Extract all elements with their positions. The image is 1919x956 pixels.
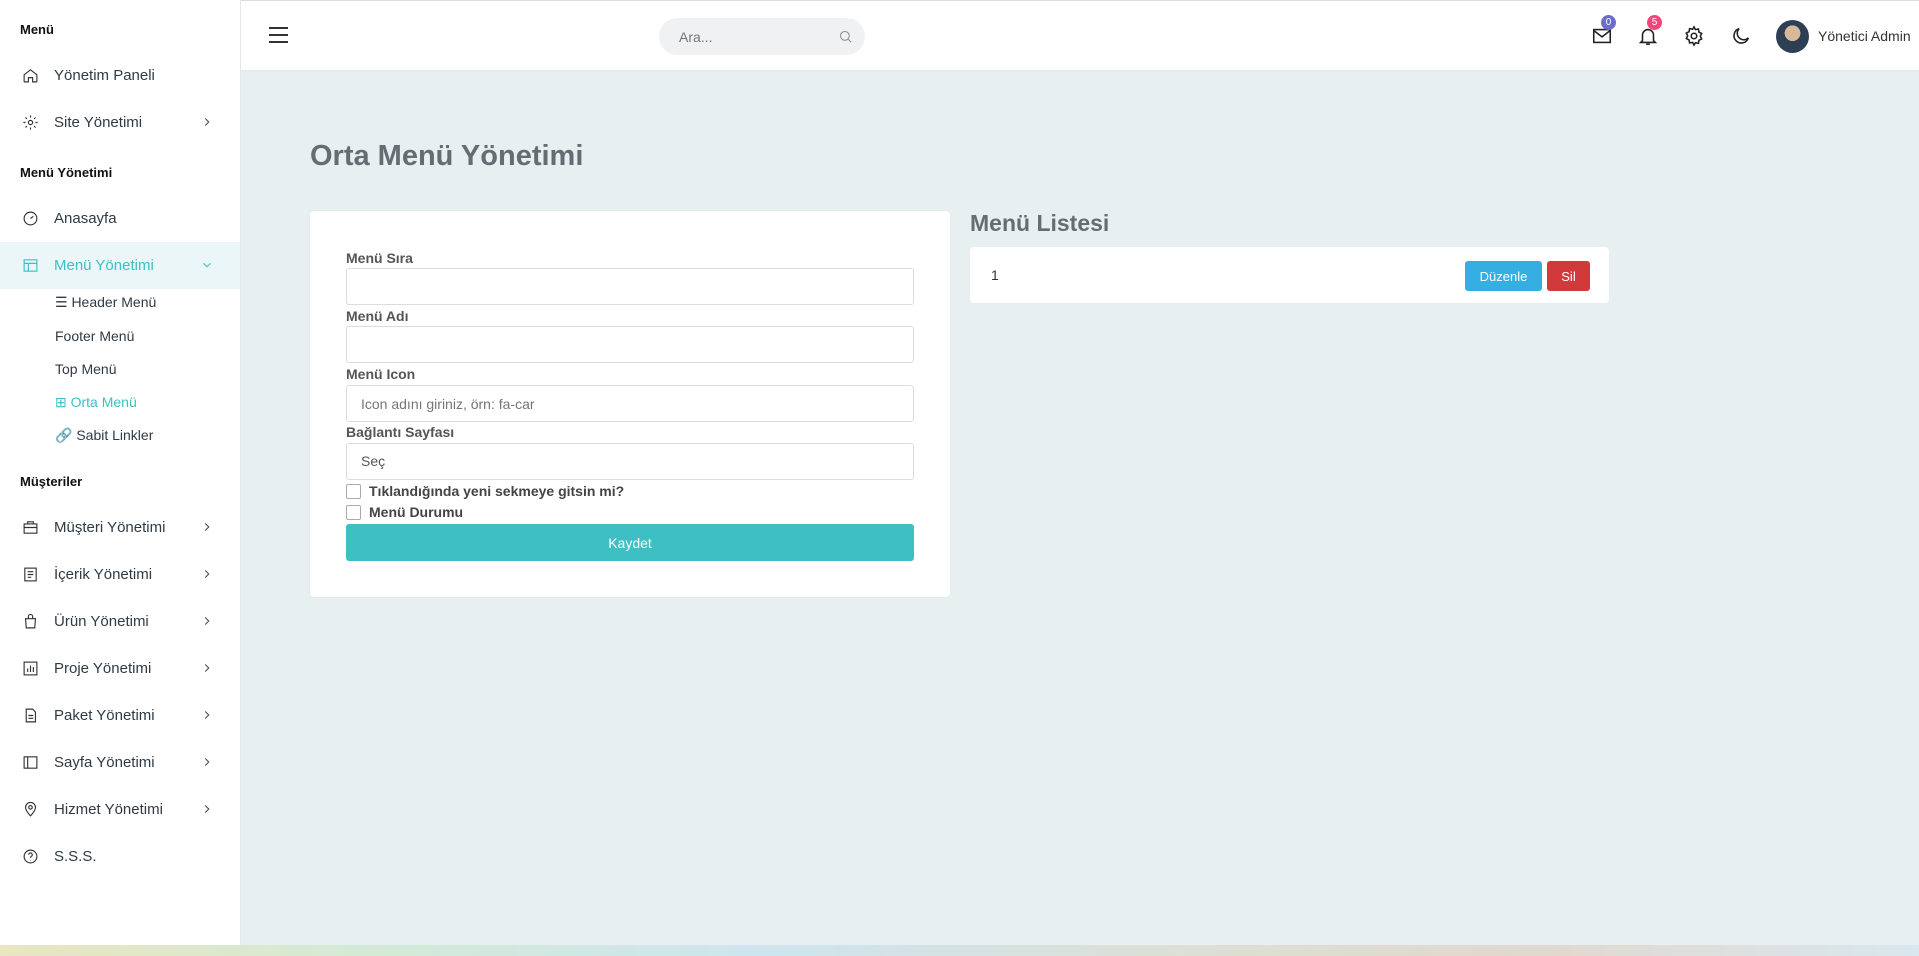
shopping-bag-icon [20,612,40,632]
sidebar-layout-icon [20,753,40,773]
speedometer-icon [20,209,40,229]
taskbar-strip [0,945,1919,956]
chevron-right-icon [200,614,214,628]
briefcase-icon [20,518,40,538]
new-tab-checkbox-row[interactable]: Tıklandığında yeni sekmeye gitsin mi? [346,483,624,499]
file-icon [20,706,40,726]
delete-button[interactable]: Sil [1547,261,1590,291]
chevron-right-icon [200,802,214,816]
sidebar: Menü Yönetim Paneli Site Yönetimi Menü Y… [0,0,241,956]
list-item: 1 Düzenle Sil [970,247,1609,303]
menu-icon-label: Menü Icon [346,366,416,382]
sidebar-item-menu[interactable]: Menü Yönetimi [0,242,240,289]
sidebar-section-customers: Müşteriler [20,474,83,489]
layout-icon [20,256,40,276]
menu-name-input[interactable] [346,326,914,363]
menu-icon-input[interactable] [346,385,914,422]
user-name[interactable]: Yönetici Admin [1818,28,1911,44]
sidebar-item-label: Menü Yönetimi [54,257,154,274]
sidebar-item-label: Proje Yönetimi [54,660,152,677]
sidebar-item-label: Ürün Yönetimi [54,613,149,630]
sidebar-item-services[interactable]: Hizmet Yönetimi [0,786,240,833]
chevron-right-icon [200,567,214,581]
chevron-right-icon [200,708,214,722]
submenu-top-menu[interactable]: Top Menü [55,358,116,380]
menu-order-label: Menü Sıra [346,250,413,266]
sidebar-item-label: Hizmet Yönetimi [54,801,163,818]
sidebar-section-menu-management: Menü Yönetimi [20,165,113,180]
sidebar-item-dashboard[interactable]: Yönetim Paneli [0,52,240,99]
topbar: 0 5 Yönetici Admin [241,0,1919,71]
menu-status-checkbox[interactable] [346,504,361,520]
menu-order-value: 1 [991,267,999,283]
search-icon[interactable] [838,29,854,45]
chevron-right-icon [200,520,214,534]
sidebar-item-label: Anasayfa [54,210,117,227]
sidebar-item-site[interactable]: Site Yönetimi [0,99,240,146]
dark-mode-toggle[interactable] [1730,25,1752,47]
hamburger-menu-icon[interactable] [269,27,288,45]
sidebar-item-packages[interactable]: Paket Yönetimi [0,692,240,739]
chevron-down-icon [200,258,214,272]
link-page-select[interactable]: Seç [346,443,914,480]
location-pin-icon [20,800,40,820]
moon-icon [1733,27,1750,44]
menu-list-title: Menü Listesi [970,210,1110,236]
sidebar-item-label: Paket Yönetimi [54,707,155,724]
bar-chart-icon [20,659,40,679]
sidebar-item-label: İçerik Yönetimi [54,566,153,583]
menu-status-checkbox-row[interactable]: Menü Durumu [346,504,463,520]
sidebar-item-products[interactable]: Ürün Yönetimi [0,598,240,645]
page-title: Orta Menü Yönetimi [310,140,584,172]
sidebar-item-pages[interactable]: Sayfa Yönetimi [0,739,240,786]
question-circle-icon [20,847,40,867]
document-list-icon [20,565,40,585]
sidebar-item-home[interactable]: Anasayfa [0,195,240,242]
chevron-right-icon [200,755,214,769]
gear-icon [20,113,40,133]
sidebar-item-label: Sayfa Yönetimi [54,754,155,771]
menu-order-input[interactable] [346,268,914,305]
home-icon [20,66,40,86]
settings-button[interactable] [1683,25,1705,47]
new-tab-checkbox[interactable] [346,483,361,499]
submenu-header-menu[interactable]: ☰ Header Menü [55,291,156,313]
menu-status-label: Menü Durumu [369,504,464,520]
avatar[interactable] [1776,20,1809,53]
sidebar-item-label: Müşteri Yönetimi [54,519,166,536]
submenu-footer-menu[interactable]: Footer Menü [55,325,134,347]
menu-form-card: Menü Sıra Menü Adı Menü Icon Bağlantı Sa… [310,211,950,597]
sidebar-item-customers[interactable]: Müşteri Yönetimi [0,504,240,551]
chevron-right-icon [200,661,214,675]
chevron-right-icon [200,115,214,129]
new-tab-label: Tıklandığında yeni sekmeye gitsin mi? [369,483,625,499]
menu-name-label: Menü Adı [346,308,409,324]
mail-count-badge: 0 [1601,15,1616,30]
search-input[interactable] [659,18,865,55]
sidebar-item-label: Site Yönetimi [54,114,143,131]
submenu-middle-menu[interactable]: ⊞ Orta Menü [55,391,137,413]
sidebar-item-label: S.S.S. [54,848,97,865]
sidebar-section-menu: Menü [20,22,54,37]
sidebar-item-label: Yönetim Paneli [54,67,155,84]
edit-button[interactable]: Düzenle [1465,261,1542,291]
save-button[interactable]: Kaydet [346,524,914,561]
submenu-fixed-links[interactable]: 🔗 Sabit Linkler [55,424,153,446]
sidebar-item-content[interactable]: İçerik Yönetimi [0,551,240,598]
gear-icon [1685,25,1703,47]
notifications-button[interactable]: 5 [1637,15,1662,47]
notification-count-badge: 5 [1647,15,1662,30]
sidebar-item-faq[interactable]: S.S.S. [0,833,240,880]
sidebar-item-projects[interactable]: Proje Yönetimi [0,645,240,692]
link-page-label: Bağlantı Sayfası [346,424,455,440]
mail-button[interactable]: 0 [1591,15,1616,47]
